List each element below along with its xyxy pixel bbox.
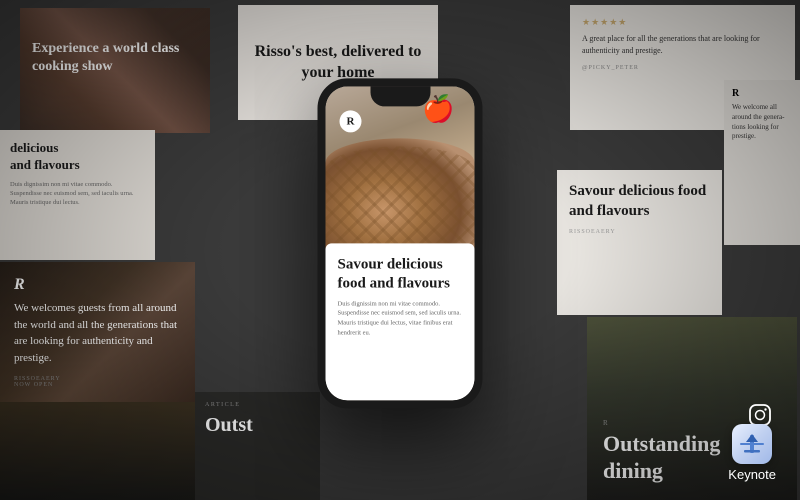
phone-card-text: Duis dignissim non mi vitae commodo. Sus… xyxy=(338,299,463,338)
card-welcome-narrow: R We welco­me all around the gene­ra­tio… xyxy=(724,80,800,245)
phone-side-button xyxy=(481,166,483,206)
reviewer-handle: @Picky_Peter xyxy=(582,65,783,71)
keynote-label: Keynote xyxy=(728,467,776,482)
phone-card-title: Savour delicious food and flavours xyxy=(338,255,463,293)
narrow-text: We welco­me all around the gene­ra­tions… xyxy=(732,103,792,142)
flavours-text: Duis dignissim non mi vitae commodo. Sus… xyxy=(10,180,145,207)
article-tag: ARTICLE xyxy=(205,402,310,408)
delivery-title: Risso's best, delivered to your home xyxy=(254,42,422,84)
card-flavours-light: deliciousand flavours Duis dignissim non… xyxy=(0,130,155,260)
phone-screen: 🍎 R Savour delicious food and flavours D… xyxy=(326,86,475,400)
phone-r-badge: R xyxy=(340,110,362,132)
keynote-app-icon xyxy=(732,424,772,464)
phone-body: 🍎 R Savour delicious food and flavours D… xyxy=(318,78,483,408)
flavours-title: deliciousand flavours xyxy=(10,140,145,174)
welcome-tag: RISSOEAERYNOW OPEN xyxy=(14,376,181,388)
keynote-logo-area: Keynote xyxy=(728,424,776,482)
phone-screen-logo: R xyxy=(340,110,362,132)
narrow-logo: R xyxy=(732,88,792,99)
card-article: ARTICLE Outst­ xyxy=(195,392,320,500)
star-rating: ★★★★★ xyxy=(582,17,783,28)
card-welcome-dark: R We welcomes guests from all around the… xyxy=(0,262,195,500)
card-cooking-show: Experience a world class cooking show xyxy=(20,8,210,133)
phone-notch xyxy=(370,86,430,106)
phone-mockup: 🍎 R Savour delicious food and flavours D… xyxy=(318,78,483,408)
review-text: A great place for all the generations th… xyxy=(582,33,783,57)
phone-photo-bg: 🍎 R xyxy=(326,86,475,259)
cooking-show-title: Experience a world class cooking show xyxy=(32,40,198,76)
article-title: Outst­ xyxy=(205,414,310,437)
card-savour-right: Savour delicious food and flavours RISSO… xyxy=(557,170,722,315)
welcome-logo: R xyxy=(14,276,181,294)
savour-right-title: Savour delicious food and flavours xyxy=(569,182,710,221)
welcome-text: We welcomes guests from all around the w… xyxy=(14,300,181,366)
savour-right-tag: RISSOEAERY xyxy=(569,229,710,235)
phone-bottom-card: Savour delicious food and flavours Duis … xyxy=(326,243,475,400)
